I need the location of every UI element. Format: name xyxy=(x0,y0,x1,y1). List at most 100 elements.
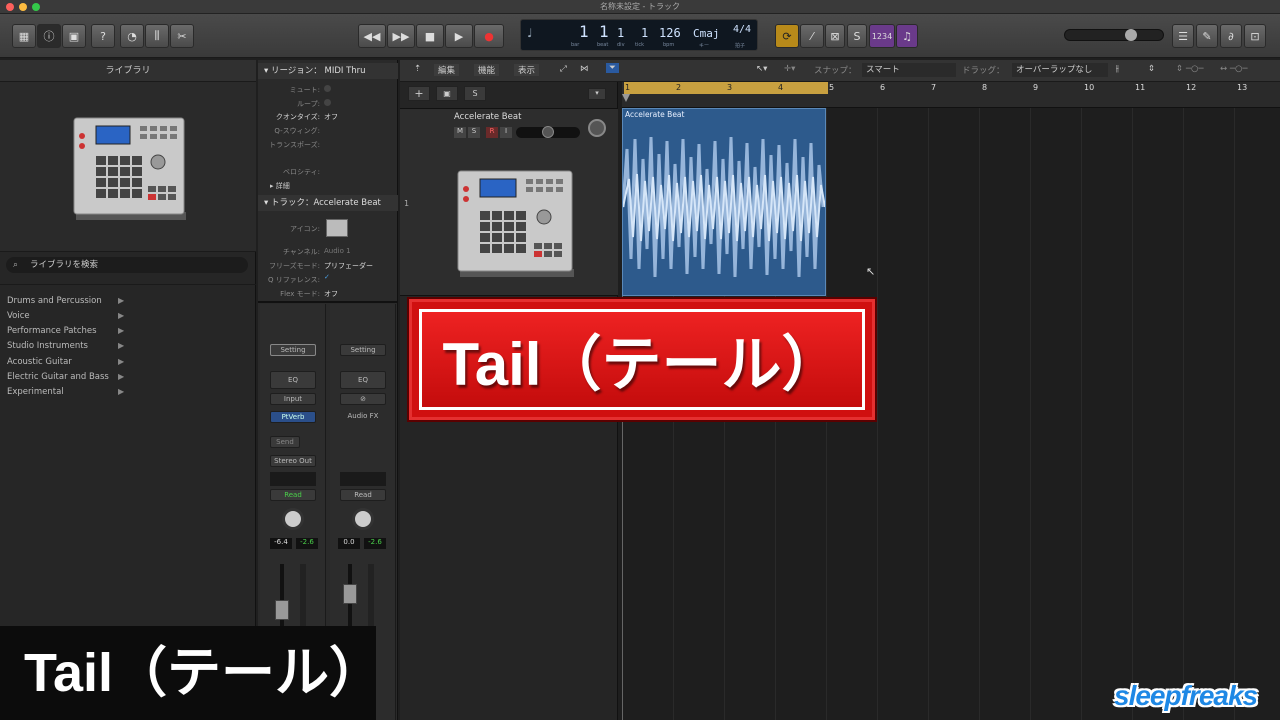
global-tracks-button[interactable]: S xyxy=(464,86,486,101)
snap-select[interactable]: スマート xyxy=(862,63,956,77)
up-icon[interactable]: ⇡ xyxy=(414,64,421,74)
add-track-button[interactable]: + xyxy=(408,86,430,101)
pan-knob[interactable] xyxy=(282,508,304,530)
automation-mode[interactable]: Read xyxy=(340,489,386,501)
sleepfreaks-logo: sleepfreaks xyxy=(1114,680,1258,711)
catch-icon[interactable]: ⤢ xyxy=(560,64,567,74)
group-slot[interactable] xyxy=(340,472,386,486)
record-enable-button[interactable]: R xyxy=(486,127,498,138)
library-item[interactable]: Drums and Percussion xyxy=(7,294,127,309)
quick-help-icon[interactable]: ? xyxy=(91,24,115,48)
track-header-row[interactable]: 1 Accelerate Beat M S R I xyxy=(400,108,618,296)
inspector-button[interactable]: ⓘ xyxy=(37,24,61,48)
region-inspector-header[interactable]: ▾ リージョン： MIDI Thru xyxy=(258,63,398,79)
track-header-menu-icon[interactable]: ▾ xyxy=(588,88,606,100)
filter-icon[interactable]: ⏷ xyxy=(606,63,619,73)
horizontal-zoom-slider[interactable]: ↔ ─○─ xyxy=(1220,64,1247,74)
record-button[interactable]: ● xyxy=(474,24,504,48)
quantize-value[interactable]: オフ xyxy=(324,112,338,122)
library-item[interactable]: Acoustic Guitar xyxy=(7,355,127,370)
solo-button[interactable]: S xyxy=(468,127,480,138)
drag-select[interactable]: オーバーラップなし xyxy=(1012,63,1108,77)
new-folder-icon[interactable]: ▣ xyxy=(436,86,458,101)
disclosure-down-icon: ▾ xyxy=(264,198,271,208)
pointer-tool-icon[interactable]: ↖▾ xyxy=(756,64,767,74)
secondary-tool-icon[interactable]: ✛▾ xyxy=(784,64,795,74)
more-disclosure[interactable]: ▸ 詳細 xyxy=(270,181,290,191)
track-volume-slider[interactable] xyxy=(516,126,580,138)
eq-button[interactable]: EQ xyxy=(340,371,386,389)
library-item[interactable]: Electric Guitar and Bass xyxy=(7,370,127,385)
bar-number: 5 xyxy=(829,83,835,92)
count-in-button[interactable]: 1234 xyxy=(869,24,895,48)
insert-slot[interactable]: PtVerb xyxy=(270,411,316,423)
audio-fx-slot[interactable]: Audio FX xyxy=(340,411,386,423)
vertical-zoom-slider[interactable]: ⇕ ─○─ xyxy=(1176,64,1203,74)
send-slot[interactable]: Send xyxy=(270,436,300,448)
editors-icon[interactable]: ✂ xyxy=(170,24,194,48)
replace-icon[interactable]: ⊠ xyxy=(825,24,845,48)
vertical-zoom-icon[interactable]: ⇕ xyxy=(1148,64,1155,74)
loop-browser-icon[interactable]: ∂ xyxy=(1220,24,1242,48)
cycle-range[interactable] xyxy=(624,82,828,94)
mute-button[interactable]: M xyxy=(454,127,466,138)
tuner-icon[interactable]: ⁄ xyxy=(800,24,824,48)
library-item[interactable]: Studio Instruments xyxy=(7,339,127,354)
master-volume-knob[interactable] xyxy=(1125,29,1137,41)
lcd-key-label: キー xyxy=(699,43,710,49)
mixer-icon[interactable]: ⫼ xyxy=(145,24,169,48)
lcd-sig-label: 拍子 xyxy=(735,43,746,49)
metronome-button[interactable]: ♫ xyxy=(896,24,918,48)
functions-menu[interactable]: 機能 xyxy=(474,64,500,76)
library-search-input[interactable]: ⌕ ライブラリを検索 xyxy=(6,257,248,273)
lcd-display[interactable]: ♩ 1 1 1 1 126 Cmaj 4/4 bar beat div tick… xyxy=(520,19,758,51)
volume-fader[interactable] xyxy=(275,600,289,620)
mute-checkbox[interactable] xyxy=(324,85,331,92)
note-pad-icon[interactable]: ✎ xyxy=(1196,24,1218,48)
pan-knob[interactable] xyxy=(352,508,374,530)
view-menu[interactable]: 表示 xyxy=(514,64,540,76)
setting-button[interactable]: Setting xyxy=(270,344,316,356)
audio-region[interactable]: Accelerate Beat xyxy=(622,108,826,296)
edit-menu[interactable]: 編集 xyxy=(434,64,460,76)
cycle-icon[interactable]: ⟳ xyxy=(775,24,799,48)
library-item[interactable]: Performance Patches xyxy=(7,324,127,339)
setting-button[interactable]: Setting xyxy=(340,344,386,356)
flex-mode-value[interactable]: オフ xyxy=(324,289,338,299)
track-inspector-header[interactable]: ▾ トラック：Accelerate Beat xyxy=(258,195,398,211)
playhead-marker[interactable] xyxy=(622,94,630,102)
play-button[interactable]: ▶ xyxy=(445,24,473,48)
eq-button[interactable]: EQ xyxy=(270,371,316,389)
input-monitor-button[interactable]: I xyxy=(500,127,512,138)
track-icon-picker[interactable] xyxy=(326,219,348,237)
loop-checkbox[interactable] xyxy=(324,99,331,106)
tracks-toolbar: ⇡ 編集 機能 表示 ⤢ ⋈ ⏷ ↖▾ ✛▾ スナップ： スマート ドラッグ： … xyxy=(400,60,1280,82)
library-button[interactable]: ▦ xyxy=(12,24,36,48)
waveform-zoom-icon[interactable]: ⫲ xyxy=(1116,64,1119,74)
q-reference-checkbox[interactable]: ✓ xyxy=(324,273,330,281)
toolbar-button[interactable]: ▣ xyxy=(62,24,86,48)
link-button[interactable]: ⊘ xyxy=(340,393,386,405)
input-button[interactable]: Input xyxy=(270,393,316,405)
forward-button[interactable]: ▶▶ xyxy=(387,24,415,48)
group-slot[interactable] xyxy=(270,472,316,486)
list-editors-icon[interactable]: ☰ xyxy=(1172,24,1194,48)
browser-icon[interactable]: ⊡ xyxy=(1244,24,1266,48)
track-name[interactable]: Accelerate Beat xyxy=(454,112,521,122)
library-item[interactable]: Voice xyxy=(7,309,127,324)
smart-controls-icon[interactable]: ◔ xyxy=(120,24,144,48)
rewind-button[interactable]: ◀◀ xyxy=(358,24,386,48)
snap-label: スナップ： xyxy=(814,66,857,76)
timeline-ruler[interactable]: 1 2 3 4 5 6 7 8 9 10 11 12 13 xyxy=(622,82,1280,108)
output-slot[interactable]: Stereo Out xyxy=(270,455,316,467)
volume-fader[interactable] xyxy=(343,584,357,604)
automation-mode[interactable]: Read xyxy=(270,489,316,501)
freeze-mode-value[interactable]: プリフェーダー xyxy=(324,261,373,271)
drum-machine-icon xyxy=(457,170,574,277)
track-pan-knob[interactable] xyxy=(588,119,606,137)
stop-button[interactable]: ■ xyxy=(416,24,444,48)
solo-icon[interactable]: S xyxy=(847,24,867,48)
flex-icon[interactable]: ⋈ xyxy=(580,64,589,74)
library-item[interactable]: Experimental xyxy=(7,385,127,400)
master-volume-slider[interactable] xyxy=(1064,29,1164,41)
